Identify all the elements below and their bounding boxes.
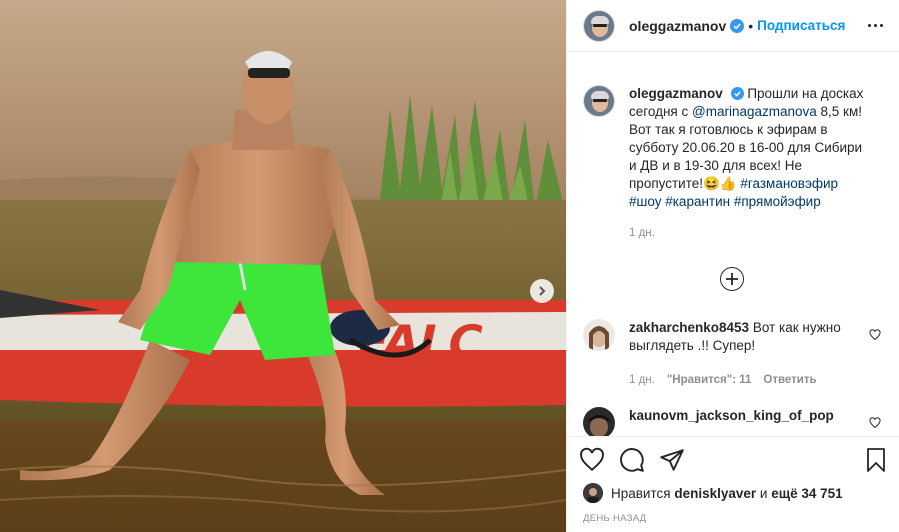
heart-icon[interactable] bbox=[869, 417, 881, 429]
plus-circle-icon bbox=[726, 273, 738, 285]
verified-badge-icon bbox=[730, 18, 745, 33]
hashtag-link[interactable]: #газмановэфир bbox=[740, 176, 838, 191]
post-date[interactable]: ДЕНЬ НАЗАД bbox=[567, 513, 899, 524]
caption-mention-link[interactable]: @marinagazmanova bbox=[692, 104, 817, 119]
likes-count-link[interactable]: ещё 34 751 bbox=[771, 486, 842, 501]
post-actions: Нравится denisklyaver и ещё 34 751 ДЕНЬ … bbox=[567, 436, 899, 532]
hashtag-link[interactable]: #прямойэфир bbox=[734, 194, 821, 209]
caption-author-avatar[interactable] bbox=[583, 85, 615, 117]
bookmark-icon bbox=[867, 448, 885, 472]
liker-username[interactable]: denisklyaver bbox=[674, 486, 756, 501]
post-header: oleggazmanov • Подписаться bbox=[567, 0, 899, 52]
comments-section[interactable]: oleggazmanov Прошли на досках сегодня с … bbox=[567, 53, 899, 436]
comment-meta: 1 дн. "Нравится": 11 Ответить bbox=[629, 371, 849, 389]
likes-summary: Нравится denisklyaver и ещё 34 751 bbox=[567, 483, 899, 503]
share-button[interactable] bbox=[659, 447, 685, 473]
caption-username[interactable]: oleggazmanov bbox=[629, 86, 723, 101]
author-avatar[interactable] bbox=[583, 9, 615, 42]
comment-bubble-icon bbox=[620, 448, 644, 472]
hashtag-link[interactable]: #карантин bbox=[665, 194, 730, 209]
comment-item: kaunovm_jackson_king_of_pop bbox=[583, 407, 883, 436]
comment-button[interactable] bbox=[619, 447, 645, 473]
caption-body: oleggazmanov Прошли на досках сегодня с … bbox=[629, 85, 869, 242]
post-caption: oleggazmanov Прошли на досках сегодня с … bbox=[567, 53, 899, 242]
commenter-username[interactable]: zakharchenko8453 bbox=[629, 320, 749, 335]
chevron-right-icon bbox=[539, 286, 546, 296]
comment-body: zakharchenko8453 Вот как нужно выглядеть… bbox=[629, 319, 849, 389]
post-side-panel: oleggazmanov • Подписаться oleggazmanov … bbox=[566, 0, 899, 532]
verified-badge-icon bbox=[730, 87, 744, 100]
comment-body: kaunovm_jackson_king_of_pop bbox=[629, 407, 849, 436]
comment-time[interactable]: 1 дн. bbox=[629, 371, 655, 389]
commenter-avatar[interactable] bbox=[583, 407, 615, 436]
liker-avatar[interactable] bbox=[583, 483, 603, 503]
load-more-comments-button[interactable] bbox=[720, 267, 744, 291]
paper-plane-icon bbox=[660, 449, 684, 471]
author-username[interactable]: oleggazmanov bbox=[629, 18, 726, 34]
like-button[interactable] bbox=[579, 447, 605, 473]
heart-icon bbox=[580, 447, 604, 472]
likes-middle: и bbox=[759, 485, 768, 501]
more-options-icon[interactable] bbox=[868, 24, 883, 27]
comment-item: zakharchenko8453 Вот как нужно выглядеть… bbox=[583, 319, 883, 389]
heart-icon[interactable] bbox=[869, 329, 881, 341]
header-separator: • bbox=[748, 17, 754, 34]
caption-time[interactable]: 1 дн. bbox=[629, 224, 869, 242]
next-photo-button[interactable] bbox=[530, 279, 554, 303]
post-photo[interactable]: FALC bbox=[0, 0, 566, 532]
commenter-avatar[interactable] bbox=[583, 319, 615, 351]
likes-prefix: Нравится bbox=[611, 485, 671, 501]
commenter-username[interactable]: kaunovm_jackson_king_of_pop bbox=[629, 408, 834, 423]
reply-button[interactable]: Ответить bbox=[763, 371, 816, 389]
follow-button[interactable]: Подписаться bbox=[757, 18, 845, 33]
comment-likes-count[interactable]: "Нравится": 11 bbox=[667, 371, 752, 389]
hashtag-link[interactable]: #шоу bbox=[629, 194, 661, 209]
save-button[interactable] bbox=[864, 447, 888, 473]
action-icons-row bbox=[567, 437, 899, 483]
photo-illustration: FALC bbox=[0, 0, 566, 532]
